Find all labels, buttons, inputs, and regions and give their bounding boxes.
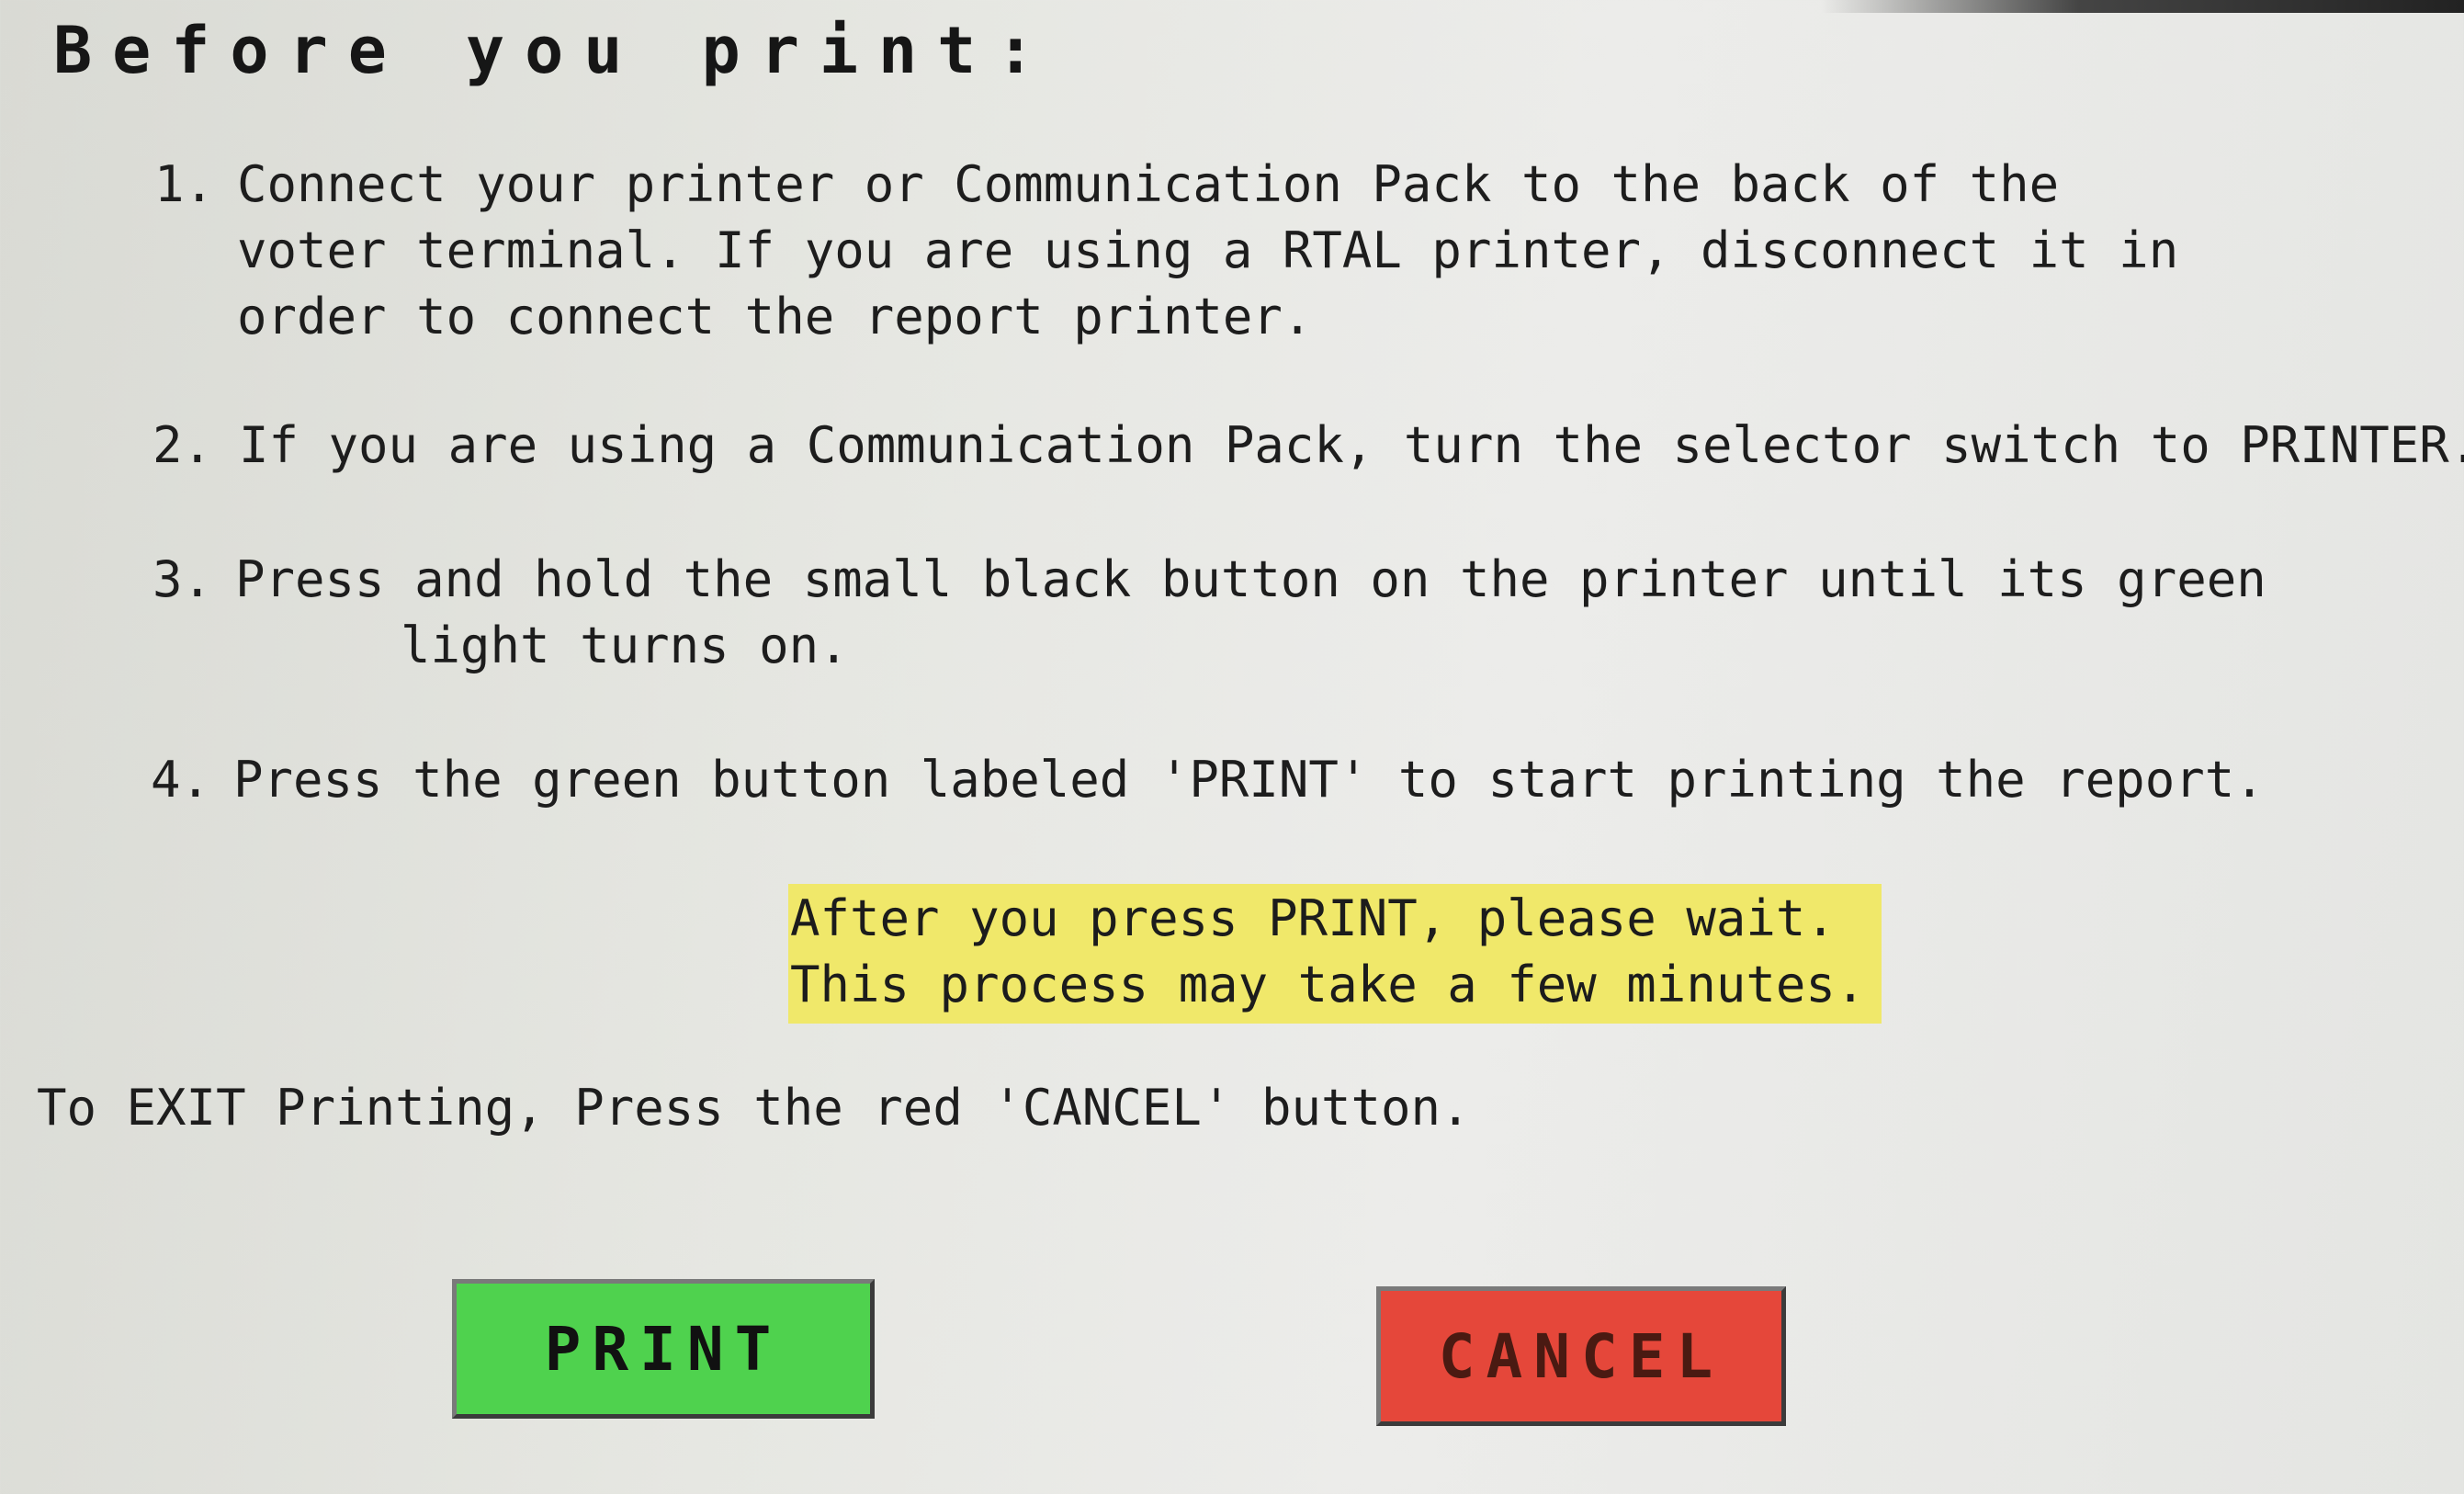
print-button-label: PRINT	[544, 1313, 783, 1385]
cancel-button-label: CANCEL	[1438, 1320, 1724, 1392]
step-text-line: order to connect the report printer.	[237, 288, 1313, 345]
step-number: 1.	[154, 155, 215, 213]
print-instructions-screen: Before you print: 1. Connect your printe…	[0, 0, 2464, 1494]
instruction-step-1: 1. Connect your printer or Communication…	[154, 152, 2178, 350]
wait-notice: After you press PRINT, please wait. This…	[788, 884, 1882, 1024]
step-text-line: Press the green button labeled 'PRINT' t…	[233, 751, 2265, 809]
step-text-line: If you are using a Communication Pack, t…	[239, 416, 2464, 474]
instruction-step-3: 3. Press and hold the small black button…	[153, 547, 2266, 679]
wait-notice-line-2: This process may take a few minutes.	[790, 956, 1866, 1013]
wait-notice-line-1: After you press PRINT, please wait.	[790, 889, 1836, 947]
cancel-button[interactable]: CANCEL	[1376, 1286, 1786, 1426]
step-number: 4.	[151, 751, 211, 809]
instruction-step-4: 4. Press the green button labeled 'PRINT…	[151, 747, 2265, 813]
screen-bezel-edge	[1821, 0, 2464, 13]
print-button[interactable]: PRINT	[452, 1279, 875, 1419]
step-text-line: voter terminal. If you are using a RTAL …	[237, 221, 2179, 279]
exit-instruction: To EXIT Printing, Press the red 'CANCEL'…	[37, 1079, 1471, 1137]
step-text-line: light turns on.	[401, 617, 849, 674]
page-title: Before you print:	[53, 13, 1056, 88]
step-number: 3.	[153, 550, 213, 608]
step-text-line: Press and hold the small black button on…	[235, 550, 2266, 608]
step-text-line: Connect your printer or Communication Pa…	[237, 155, 2060, 213]
instruction-step-2: 2. If you are using a Communication Pack…	[153, 413, 2464, 479]
step-number: 2.	[153, 416, 213, 474]
